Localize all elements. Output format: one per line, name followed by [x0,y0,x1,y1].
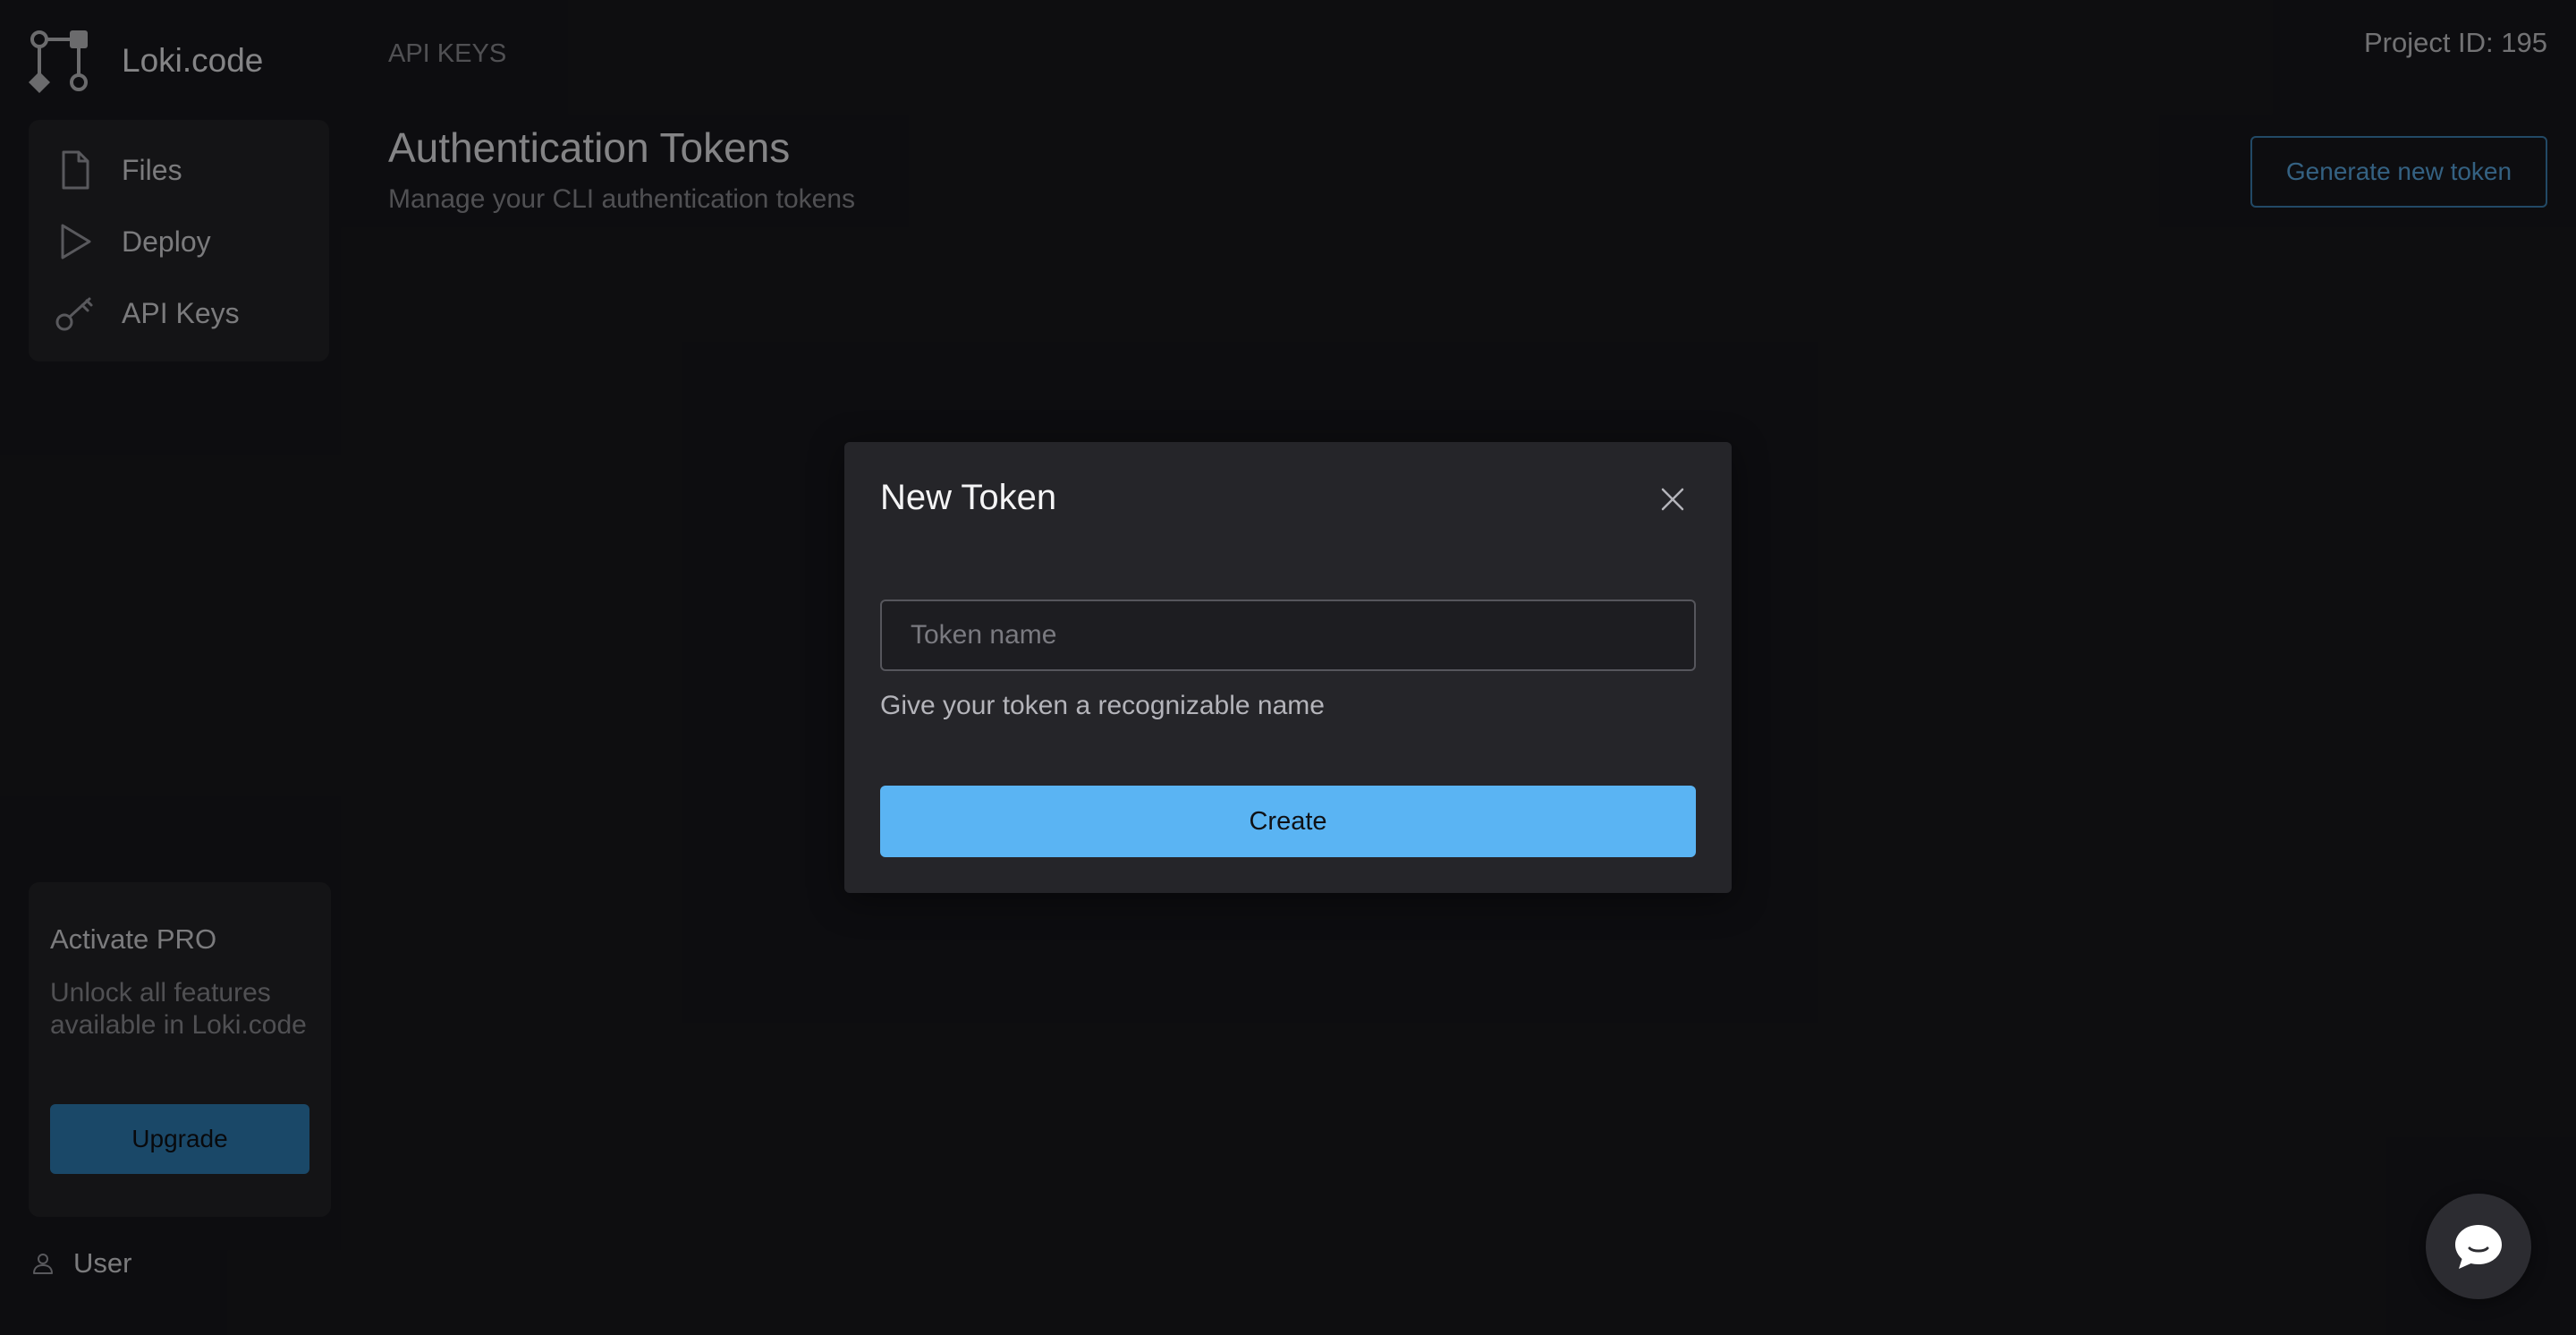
modal-title: New Token [880,478,1057,517]
chat-launcher-button[interactable] [2426,1194,2531,1299]
token-name-helper: Give your token a recognizable name [880,691,1325,720]
close-button[interactable] [1653,480,1692,519]
token-name-input[interactable] [880,599,1696,671]
app-window: Loki.code Files Deploy API Keys Activate… [0,0,2576,1335]
new-token-modal: New Token Give your token a recognizable… [844,442,1732,893]
create-button[interactable]: Create [880,786,1696,857]
chat-bubble-icon [2455,1225,2502,1269]
close-icon [1661,488,1684,511]
